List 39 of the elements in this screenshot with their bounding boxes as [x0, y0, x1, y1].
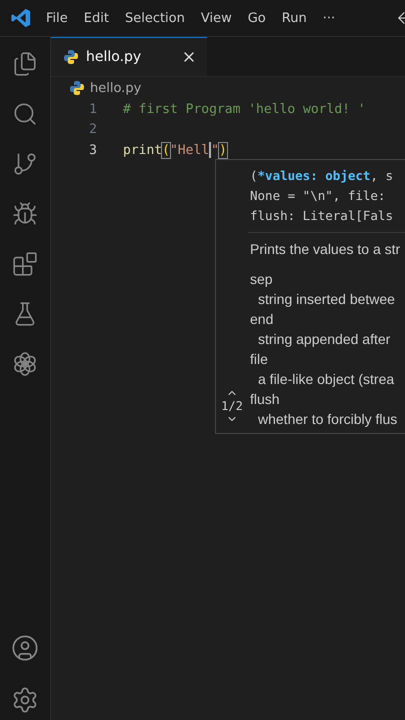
- menu-item[interactable]: Edit: [76, 10, 117, 26]
- param-description: a file-like object (strea: [257, 370, 396, 389]
- menu-item[interactable]: Run: [274, 10, 315, 26]
- menu-item[interactable]: Selection: [116, 10, 193, 26]
- code-line: print("Hell"): [123, 142, 227, 158]
- breadcrumb[interactable]: hello.py: [90, 80, 142, 96]
- menu-item[interactable]: View: [192, 10, 240, 26]
- settings-icon[interactable]: [11, 686, 39, 714]
- param-name: file: [250, 350, 269, 369]
- param-description: string inserted betwee: [257, 290, 396, 309]
- line-number: 2: [88, 122, 97, 138]
- page-counter: 1/2: [221, 399, 243, 413]
- app-logo-icon[interactable]: [10, 7, 32, 29]
- code-line: # first Program 'hello world! ': [123, 102, 366, 117]
- param-description: string appended after: [257, 330, 392, 349]
- signature-line: flush: Literal[Fals: [250, 207, 394, 225]
- param-name: flush: [250, 390, 281, 409]
- search-icon[interactable]: [12, 101, 38, 127]
- menu-item[interactable]: ···: [314, 10, 344, 26]
- param-name: sep: [250, 270, 274, 289]
- menu-item[interactable]: Go: [240, 10, 274, 26]
- param-description: whether to forcibly flus: [257, 410, 398, 429]
- menu-item[interactable]: File: [38, 10, 76, 26]
- signature-line: (*values: object, s: [250, 167, 394, 185]
- signature-line: None = "\n", file:: [250, 187, 386, 205]
- doc-summary: Prints the values to a str: [250, 240, 402, 259]
- python-file-icon: [63, 49, 79, 65]
- line-number: 3: [88, 142, 97, 158]
- line-number: 1: [88, 102, 97, 117]
- text-cursor: [209, 142, 212, 158]
- files-icon[interactable]: [12, 51, 38, 77]
- branch-icon[interactable]: [12, 151, 38, 177]
- python-file-icon: [69, 80, 85, 96]
- account-icon[interactable]: [11, 634, 39, 662]
- param-name: end: [250, 310, 274, 329]
- editor-tab[interactable]: hello.py: [51, 37, 207, 76]
- bug-icon[interactable]: [12, 201, 38, 227]
- knot-logo-icon[interactable]: [12, 351, 38, 377]
- blocks-icon[interactable]: [12, 251, 38, 277]
